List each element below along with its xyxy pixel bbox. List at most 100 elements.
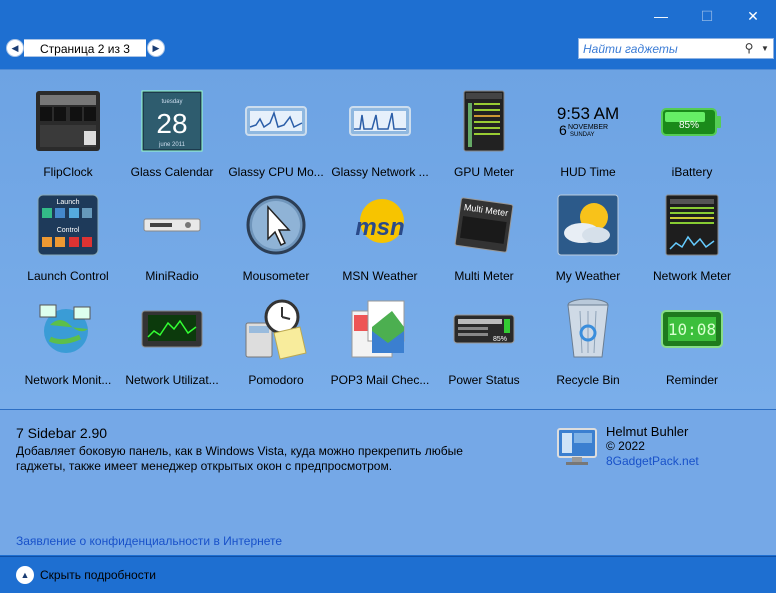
search-icon[interactable]: ⚲ xyxy=(741,41,757,57)
privacy-statement-link[interactable]: Заявление о конфиденциальности в Интерне… xyxy=(16,534,282,548)
multi-meter-icon: Multi Meter xyxy=(454,197,514,253)
gadget-label: FlipClock xyxy=(43,165,93,179)
gadget-reminder[interactable]: 10:08 Reminder xyxy=(640,283,744,387)
power-status-icon: 85% xyxy=(453,314,515,344)
msn-logo-icon: msn xyxy=(355,199,405,243)
gadget-label: Glass Calendar xyxy=(130,165,214,179)
hud-time-icon: 9:53 AM 6 NOVEMBER SUNDAY xyxy=(557,104,619,138)
clock-calculator-icon xyxy=(245,299,307,360)
gadget-power-status[interactable]: 85% Power Status xyxy=(432,283,536,387)
cpu-monitor-icon xyxy=(245,106,307,136)
hide-details-button[interactable]: ▲ Скрыть подробности xyxy=(16,566,156,584)
search-box: ⚲ ▼ xyxy=(578,38,774,59)
gadget-network-utilization[interactable]: Network Utilizat... xyxy=(120,283,224,387)
hud-date-number: 6 xyxy=(559,122,567,138)
next-page-button[interactable]: ▶ xyxy=(147,39,165,57)
calendar-weekday: tuesday xyxy=(161,99,182,105)
globe-network-icon xyxy=(39,304,91,353)
gadget-my-weather[interactable]: My Weather xyxy=(536,179,640,283)
hud-month: NOVEMBER xyxy=(568,124,608,131)
gadget-glassy-network[interactable]: Glassy Network ... xyxy=(328,75,432,179)
mail-icon xyxy=(351,300,405,358)
gpu-meter-icon xyxy=(463,90,505,152)
gadget-label: Mousometer xyxy=(242,269,310,283)
calendar-month: june 2011 xyxy=(158,142,186,148)
details-panel: 7 Sidebar 2.90 Добавляет боковую панель,… xyxy=(0,409,776,555)
page-indicator: Страница 2 из 3 xyxy=(24,39,146,57)
gadget-miniradio[interactable]: MiniRadio xyxy=(120,179,224,283)
control-title: Control xyxy=(57,227,80,234)
launch-title: Launch xyxy=(57,199,80,206)
gadget-label: Glassy CPU Mo... xyxy=(228,165,324,179)
hide-details-label: Скрыть подробности xyxy=(40,568,156,582)
gadget-label: Network Meter xyxy=(652,269,732,283)
gadget-network-meter[interactable]: Network Meter xyxy=(640,179,744,283)
chevron-up-icon: ▲ xyxy=(16,566,34,584)
network-utilization-icon xyxy=(141,310,203,348)
gadget-gallery: FlipClock tuesday 28 june 2011 Glass Cal… xyxy=(0,69,776,409)
gadget-gpu-meter[interactable]: GPU Meter xyxy=(432,75,536,179)
reminder-icon: 10:08 xyxy=(661,310,723,348)
gadget-pomodoro[interactable]: Pomodoro xyxy=(224,283,328,387)
gadget-label: Power Status xyxy=(448,373,520,387)
network-meter-icon xyxy=(665,194,719,256)
navigation-bar: ◀ Страница 2 из 3 ▶ ⚲ ▼ xyxy=(0,34,776,64)
maximize-button[interactable]: ☐ xyxy=(684,0,730,32)
search-input[interactable] xyxy=(583,40,733,57)
gadget-label: POP3 Mail Chec... xyxy=(330,373,430,387)
gadget-pop3-mail[interactable]: POP3 Mail Chec... xyxy=(328,283,432,387)
chevron-left-icon: ◀ xyxy=(11,42,19,53)
gadget-network-monitor[interactable]: Network Monit... xyxy=(16,283,120,387)
minimize-button[interactable]: — xyxy=(638,0,684,32)
gadget-label: MSN Weather xyxy=(342,269,418,283)
author-website-link[interactable]: 8GadgetPack.net xyxy=(606,454,699,468)
author-name: Helmut Buhler xyxy=(606,424,689,439)
gadget-msn-weather[interactable]: msn MSN Weather xyxy=(328,179,432,283)
reminder-display: 10:08 xyxy=(668,320,716,339)
gadget-flipclock[interactable]: FlipClock xyxy=(16,75,120,179)
gadget-label: Network Utilizat... xyxy=(125,373,219,387)
gadget-recycle-bin[interactable]: Recycle Bin xyxy=(536,283,640,387)
gadget-label: My Weather xyxy=(555,269,621,283)
gadget-label: Pomodoro xyxy=(248,373,304,387)
power-percent: 85% xyxy=(493,336,507,343)
chevron-down-icon[interactable]: ▼ xyxy=(759,41,771,57)
gadget-ibattery[interactable]: 85% iBattery xyxy=(640,75,744,179)
gadget-hud-time[interactable]: 9:53 AM 6 NOVEMBER SUNDAY HUD Time xyxy=(536,75,640,179)
title-bar: — ☐ ✕ xyxy=(0,0,776,32)
battery-icon: 85% xyxy=(661,108,721,136)
close-icon: ✕ xyxy=(747,7,759,24)
gadget-glassy-cpu[interactable]: Glassy CPU Mo... xyxy=(224,75,328,179)
gadget-description: Добавляет боковую панель, как в Windows … xyxy=(16,444,463,473)
maximize-icon: ☐ xyxy=(700,7,714,24)
gadget-title: 7 Sidebar 2.90 xyxy=(16,425,108,441)
gadget-mousometer[interactable]: Mousometer xyxy=(224,179,328,283)
recycle-bin-icon xyxy=(567,298,609,358)
launch-control-icon: Launch Control xyxy=(37,194,99,256)
gadget-launch-control[interactable]: Launch Control Launch Control xyxy=(16,179,120,283)
gadget-label: Multi Meter xyxy=(454,269,514,283)
copyright: © 2022 xyxy=(606,439,645,453)
radio-icon xyxy=(143,218,201,232)
network-monitor-icon xyxy=(349,106,411,136)
msn-logo-text: msn xyxy=(355,214,404,241)
gadget-label: Launch Control xyxy=(27,269,109,283)
sidebar-monitor-icon xyxy=(557,428,597,465)
footer: ▲ Скрыть подробности xyxy=(0,556,776,593)
weather-icon xyxy=(557,194,619,256)
close-button[interactable]: ✕ xyxy=(730,0,776,32)
mouse-pointer-icon xyxy=(246,195,306,255)
gadget-label: MiniRadio xyxy=(145,269,199,283)
previous-page-button[interactable]: ◀ xyxy=(6,39,24,57)
hud-time-text: 9:53 AM xyxy=(557,104,619,123)
gadget-label: Glassy Network ... xyxy=(331,165,429,179)
gadget-label: Reminder xyxy=(665,373,719,387)
gadget-label: Network Monit... xyxy=(24,373,112,387)
gadget-label: iBattery xyxy=(671,165,713,179)
gadget-multi-meter[interactable]: Multi Meter Multi Meter xyxy=(432,179,536,283)
calendar-icon: tuesday 28 june 2011 xyxy=(141,90,203,152)
chevron-right-icon: ▶ xyxy=(152,42,160,53)
gadget-label: HUD Time xyxy=(560,165,616,179)
gadget-glass-calendar[interactable]: tuesday 28 june 2011 Glass Calendar xyxy=(120,75,224,179)
flipclock-icon xyxy=(36,91,100,151)
